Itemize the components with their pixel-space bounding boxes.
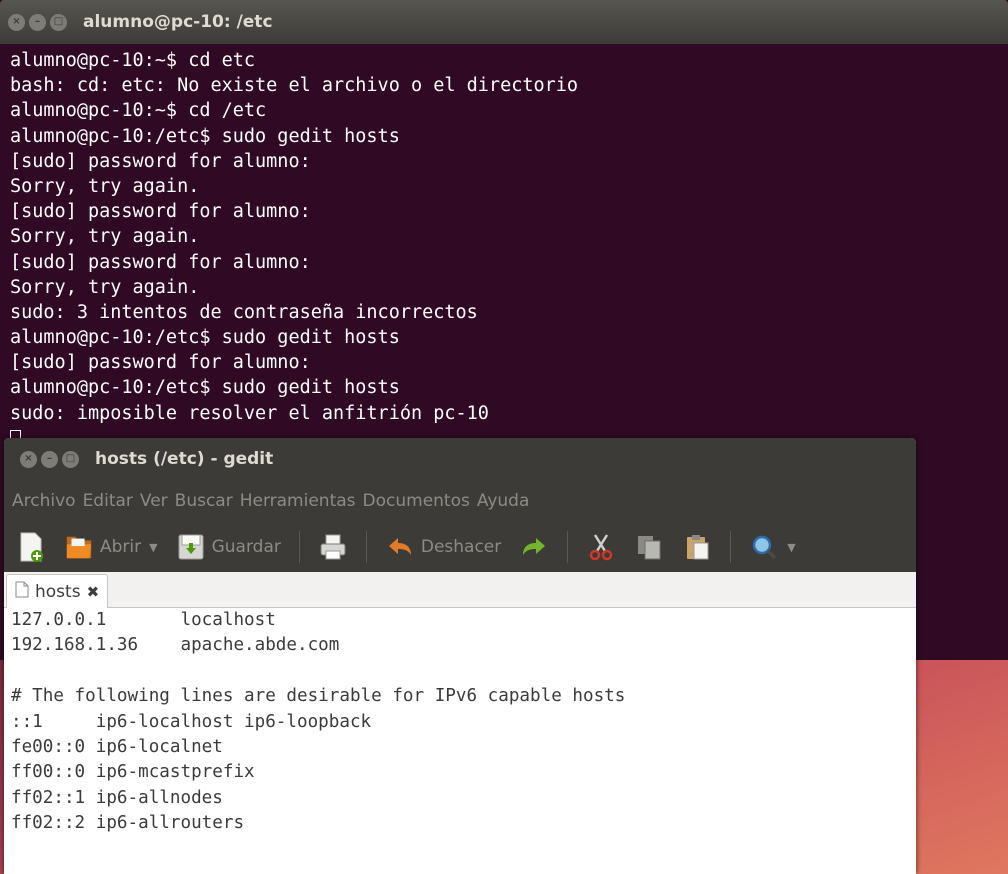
search-icon — [749, 532, 779, 562]
menu-ver[interactable]: Ver — [140, 491, 168, 511]
new-button[interactable] — [16, 532, 46, 562]
menu-documentos[interactable]: Documentos — [363, 491, 470, 511]
terminal-line: [sudo] password for alumno: — [10, 150, 311, 172]
tab-bar: hosts ✖ — [4, 572, 916, 608]
terminal-line: Sorry, try again. — [10, 175, 200, 197]
terminal-output[interactable]: alumno@pc-10:~$ cd etc bash: cd: etc: No … — [0, 44, 1008, 455]
chevron-down-icon[interactable]: ▼ — [787, 541, 795, 554]
close-icon[interactable]: × — [8, 13, 25, 31]
toolbar-separator — [365, 531, 367, 563]
terminal-line: Sorry, try again. — [10, 276, 200, 298]
terminal-line: alumno@pc-10:~$ cd etc — [10, 50, 256, 71]
toolbar: Abrir ▼ Guardar Deshacer ▼ — [4, 522, 916, 572]
document-icon — [15, 581, 29, 603]
terminal-line: sudo: 3 intentos de contraseña incorrect… — [10, 301, 478, 323]
terminal-line: sudo: imposible resolver el anfitrión pc… — [10, 402, 489, 424]
save-icon — [176, 532, 206, 562]
editor-line: 127.0.0.1 localhost — [11, 610, 276, 630]
terminal-line: [sudo] password for alumno: — [10, 352, 311, 374]
open-label: Abrir — [100, 537, 142, 557]
undo-icon — [385, 532, 415, 562]
terminal-line: bash: cd: etc: No existe el archivo o el… — [10, 75, 579, 97]
menu-herramientas[interactable]: Herramientas — [240, 491, 356, 511]
editor-line: 192.168.1.36 apache.abde.com — [11, 635, 340, 656]
gedit-titlebar[interactable]: × – □ hosts (/etc) - gedit — [4, 438, 916, 480]
editor-text-area[interactable]: 127.0.0.1 localhost 192.168.1.36 apache.a… — [4, 608, 916, 874]
new-document-icon — [16, 532, 46, 562]
terminal-line: alumno@pc-10:/etc$ sudo gedit hosts — [10, 377, 400, 399]
cut-icon — [586, 532, 616, 562]
terminal-line: alumno@pc-10:/etc$ sudo gedit hosts — [10, 125, 400, 147]
print-button[interactable] — [318, 532, 348, 562]
maximize-icon[interactable]: □ — [50, 13, 67, 31]
find-button[interactable]: ▼ — [749, 532, 796, 562]
menu-editar[interactable]: Editar — [83, 491, 133, 511]
paste-button[interactable] — [682, 532, 712, 562]
copy-button[interactable] — [634, 532, 664, 562]
chevron-down-icon[interactable]: ▼ — [149, 541, 157, 554]
terminal-line: [sudo] password for alumno: — [10, 201, 311, 223]
menu-buscar[interactable]: Buscar — [175, 491, 233, 511]
print-icon — [318, 532, 348, 562]
tab-label: hosts — [35, 581, 81, 602]
redo-button[interactable] — [519, 532, 549, 562]
terminal-line: alumno@pc-10:/etc$ sudo gedit hosts — [10, 327, 400, 349]
terminal-titlebar[interactable]: × – □ alumno@pc-10: /etc — [0, 0, 1008, 44]
editor-line: ff02::1 ip6-allnodes — [11, 787, 223, 808]
cut-button[interactable] — [586, 532, 616, 562]
toolbar-separator — [730, 531, 732, 563]
close-icon[interactable]: ✖ — [87, 583, 100, 601]
menubar: Archivo Editar Ver Buscar Herramientas D… — [4, 480, 916, 522]
gedit-title: hosts (/etc) - gedit — [95, 449, 274, 469]
save-button[interactable]: Guardar — [176, 532, 281, 562]
maximize-icon[interactable]: □ — [62, 450, 79, 468]
toolbar-separator — [567, 531, 569, 563]
toolbar-separator — [298, 531, 300, 563]
redo-icon — [519, 532, 549, 562]
menu-ayuda[interactable]: Ayuda — [477, 491, 530, 511]
open-folder-icon — [64, 532, 94, 562]
gedit-window[interactable]: × – □ hosts (/etc) - gedit Archivo Edita… — [4, 438, 916, 874]
terminal-line: Sorry, try again. — [10, 226, 200, 248]
minimize-icon[interactable]: – — [41, 450, 58, 468]
editor-line: # The following lines are desirable for … — [11, 686, 626, 707]
terminal-title: alumno@pc-10: /etc — [83, 12, 273, 32]
close-icon[interactable]: × — [20, 450, 37, 468]
tab-hosts[interactable]: hosts ✖ — [6, 574, 109, 608]
save-label: Guardar — [211, 537, 281, 557]
menu-archivo[interactable]: Archivo — [12, 491, 76, 511]
undo-label: Deshacer — [420, 537, 502, 557]
terminal-line: [sudo] password for alumno: — [10, 251, 311, 273]
open-button[interactable]: Abrir ▼ — [64, 532, 158, 562]
editor-line: ff00::0 ip6-mcastprefix — [11, 762, 255, 783]
editor-line: ff02::2 ip6-allrouters — [11, 813, 245, 834]
paste-icon — [682, 532, 712, 562]
undo-button[interactable]: Deshacer — [385, 532, 501, 562]
editor-line: fe00::0 ip6-localnet — [11, 736, 223, 757]
terminal-line: alumno@pc-10:~$ cd /etc — [10, 100, 267, 122]
editor-line: ::1 ip6-localhost ip6-loopback — [11, 711, 372, 732]
minimize-icon[interactable]: – — [29, 13, 46, 31]
copy-icon — [634, 532, 664, 562]
